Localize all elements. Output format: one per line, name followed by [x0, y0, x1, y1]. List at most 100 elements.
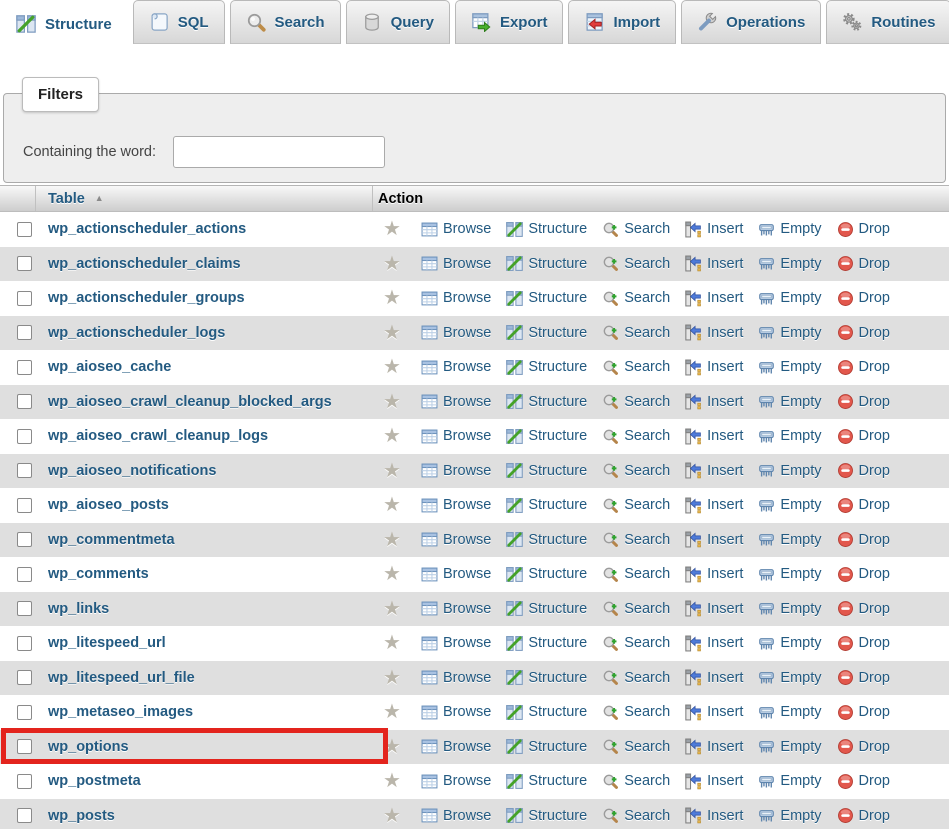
action-search[interactable]: Search [602, 566, 670, 583]
action-insert[interactable]: Insert [685, 221, 743, 238]
action-drop[interactable]: Drop [837, 807, 890, 824]
favorite-star-icon[interactable]: ★ [381, 737, 403, 757]
tab-search[interactable]: Search [230, 0, 341, 44]
action-search[interactable]: Search [602, 531, 670, 548]
action-structure[interactable]: Structure [506, 324, 587, 341]
containing-word-input[interactable] [173, 136, 385, 168]
action-search[interactable]: Search [602, 669, 670, 686]
action-empty[interactable]: Empty [758, 462, 821, 479]
favorite-star-icon[interactable]: ★ [381, 771, 403, 791]
row-checkbox[interactable] [17, 325, 32, 340]
row-checkbox[interactable] [17, 463, 32, 478]
favorite-star-icon[interactable]: ★ [381, 530, 403, 550]
action-empty[interactable]: Empty [758, 704, 821, 721]
tab-import[interactable]: Import [568, 0, 676, 44]
action-empty[interactable]: Empty [758, 290, 821, 307]
row-checkbox[interactable] [17, 498, 32, 513]
action-search[interactable]: Search [602, 807, 670, 824]
action-empty[interactable]: Empty [758, 738, 821, 755]
row-checkbox[interactable] [17, 739, 32, 754]
action-structure[interactable]: Structure [506, 773, 587, 790]
table-name-link[interactable]: wp_aioseo_crawl_cleanup_blocked_args [48, 394, 332, 410]
table-name-link[interactable]: wp_links [48, 601, 109, 617]
table-name-link[interactable]: wp_comments [48, 566, 149, 582]
action-empty[interactable]: Empty [758, 359, 821, 376]
action-insert[interactable]: Insert [685, 773, 743, 790]
action-structure[interactable]: Structure [506, 255, 587, 272]
action-insert[interactable]: Insert [685, 324, 743, 341]
action-drop[interactable]: Drop [837, 255, 890, 272]
favorite-star-icon[interactable]: ★ [381, 254, 403, 274]
action-structure[interactable]: Structure [506, 669, 587, 686]
row-checkbox[interactable] [17, 256, 32, 271]
action-search[interactable]: Search [602, 428, 670, 445]
row-checkbox[interactable] [17, 360, 32, 375]
action-empty[interactable]: Empty [758, 428, 821, 445]
action-insert[interactable]: Insert [685, 255, 743, 272]
action-insert[interactable]: Insert [685, 531, 743, 548]
action-empty[interactable]: Empty [758, 255, 821, 272]
row-checkbox[interactable] [17, 567, 32, 582]
action-browse[interactable]: Browse [421, 462, 491, 479]
favorite-star-icon[interactable]: ★ [381, 288, 403, 308]
action-drop[interactable]: Drop [837, 635, 890, 652]
action-drop[interactable]: Drop [837, 290, 890, 307]
favorite-star-icon[interactable]: ★ [381, 495, 403, 515]
action-browse[interactable]: Browse [421, 566, 491, 583]
action-browse[interactable]: Browse [421, 704, 491, 721]
table-name-link[interactable]: wp_metaseo_images [48, 704, 193, 720]
row-checkbox[interactable] [17, 636, 32, 651]
tab-structure[interactable]: Structure [0, 0, 128, 47]
action-drop[interactable]: Drop [837, 324, 890, 341]
action-structure[interactable]: Structure [506, 738, 587, 755]
action-insert[interactable]: Insert [685, 566, 743, 583]
action-structure[interactable]: Structure [506, 393, 587, 410]
action-browse[interactable]: Browse [421, 359, 491, 376]
tab-operations[interactable]: Operations [681, 0, 821, 44]
row-checkbox[interactable] [17, 532, 32, 547]
action-empty[interactable]: Empty [758, 773, 821, 790]
action-search[interactable]: Search [602, 738, 670, 755]
table-name-link[interactable]: wp_options [48, 739, 129, 755]
action-insert[interactable]: Insert [685, 428, 743, 445]
table-name-link[interactable]: wp_litespeed_url_file [48, 670, 195, 686]
table-name-link[interactable]: wp_aioseo_notifications [48, 463, 216, 479]
action-structure[interactable]: Structure [506, 807, 587, 824]
action-empty[interactable]: Empty [758, 393, 821, 410]
action-browse[interactable]: Browse [421, 290, 491, 307]
favorite-star-icon[interactable]: ★ [381, 702, 403, 722]
action-search[interactable]: Search [602, 359, 670, 376]
table-name-link[interactable]: wp_aioseo_posts [48, 497, 169, 513]
row-checkbox[interactable] [17, 601, 32, 616]
action-empty[interactable]: Empty [758, 669, 821, 686]
table-name-link[interactable]: wp_actionscheduler_claims [48, 256, 241, 272]
favorite-star-icon[interactable]: ★ [381, 357, 403, 377]
row-checkbox[interactable] [17, 774, 32, 789]
action-empty[interactable]: Empty [758, 531, 821, 548]
action-insert[interactable]: Insert [685, 393, 743, 410]
row-checkbox[interactable] [17, 394, 32, 409]
action-insert[interactable]: Insert [685, 669, 743, 686]
action-browse[interactable]: Browse [421, 497, 491, 514]
action-drop[interactable]: Drop [837, 393, 890, 410]
action-structure[interactable]: Structure [506, 428, 587, 445]
action-structure[interactable]: Structure [506, 359, 587, 376]
action-insert[interactable]: Insert [685, 497, 743, 514]
row-checkbox[interactable] [17, 429, 32, 444]
action-drop[interactable]: Drop [837, 669, 890, 686]
action-drop[interactable]: Drop [837, 462, 890, 479]
row-checkbox[interactable] [17, 222, 32, 237]
action-drop[interactable]: Drop [837, 221, 890, 238]
action-insert[interactable]: Insert [685, 359, 743, 376]
action-browse[interactable]: Browse [421, 324, 491, 341]
action-structure[interactable]: Structure [506, 531, 587, 548]
action-search[interactable]: Search [602, 324, 670, 341]
action-search[interactable]: Search [602, 462, 670, 479]
tab-query[interactable]: Query [346, 0, 450, 44]
tab-sql[interactable]: SQL [133, 0, 225, 44]
action-browse[interactable]: Browse [421, 773, 491, 790]
action-browse[interactable]: Browse [421, 669, 491, 686]
action-search[interactable]: Search [602, 773, 670, 790]
action-structure[interactable]: Structure [506, 221, 587, 238]
action-insert[interactable]: Insert [685, 462, 743, 479]
